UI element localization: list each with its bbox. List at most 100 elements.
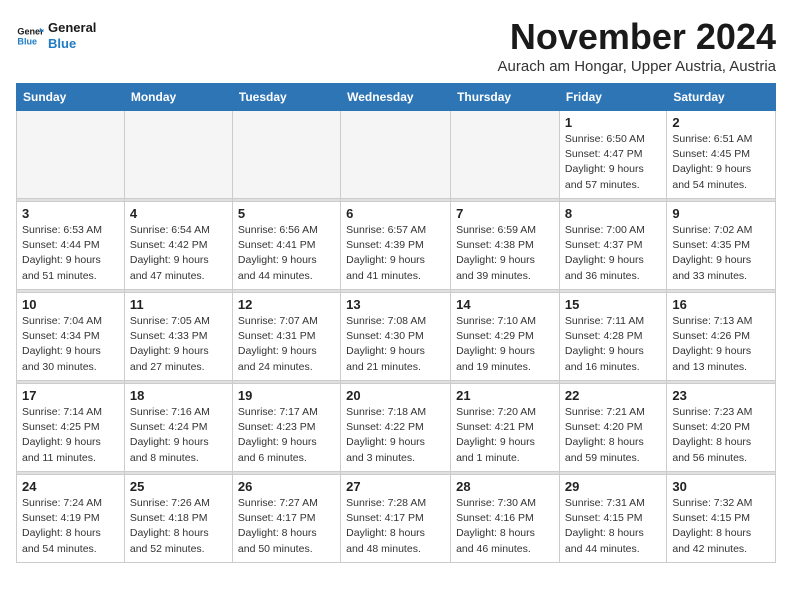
calendar-cell: 8 Sunrise: 7:00 AM Sunset: 4:37 PM Daylig… [559,202,666,290]
day-number: 3 [22,206,119,221]
day-info: Sunrise: 6:57 AM Sunset: 4:39 PM Dayligh… [346,223,445,284]
logo-line2: Blue [48,36,96,52]
day-info: Sunrise: 7:20 AM Sunset: 4:21 PM Dayligh… [456,405,554,466]
day-number: 10 [22,297,119,312]
day-number: 21 [456,388,554,403]
calendar-week-row: 24 Sunrise: 7:24 AM Sunset: 4:19 PM Dayli… [17,475,776,563]
day-info: Sunrise: 7:17 AM Sunset: 4:23 PM Dayligh… [238,405,335,466]
day-number: 1 [565,115,661,130]
calendar-cell: 3 Sunrise: 6:53 AM Sunset: 4:44 PM Daylig… [17,202,125,290]
day-info: Sunrise: 7:23 AM Sunset: 4:20 PM Dayligh… [672,405,770,466]
calendar-cell: 25 Sunrise: 7:26 AM Sunset: 4:18 PM Dayli… [124,475,232,563]
day-info: Sunrise: 7:11 AM Sunset: 4:28 PM Dayligh… [565,314,661,375]
calendar-cell: 30 Sunrise: 7:32 AM Sunset: 4:15 PM Dayli… [667,475,776,563]
calendar-cell: 2 Sunrise: 6:51 AM Sunset: 4:45 PM Daylig… [667,111,776,199]
calendar-cell: 5Sunrise: 6:56 AM Sunset: 4:41 PM Daylig… [232,202,340,290]
calendar-cell: 19 Sunrise: 7:17 AM Sunset: 4:23 PM Dayli… [232,384,340,472]
day-number: 9 [672,206,770,221]
day-number: 16 [672,297,770,312]
day-info: Sunrise: 6:59 AM Sunset: 4:38 PM Dayligh… [456,223,554,284]
day-number: 7 [456,206,554,221]
weekday-header: Thursday [451,84,560,111]
weekday-header: Saturday [667,84,776,111]
calendar-cell: 7 Sunrise: 6:59 AM Sunset: 4:38 PM Daylig… [451,202,560,290]
day-info: Sunrise: 6:54 AM Sunset: 4:42 PM Dayligh… [130,223,227,284]
month-title: November 2024 [498,16,776,58]
svg-text:Blue: Blue [17,36,37,46]
calendar-cell: 15Sunrise: 7:11 AM Sunset: 4:28 PM Dayli… [559,293,666,381]
calendar-cell [451,111,560,199]
day-info: Sunrise: 7:10 AM Sunset: 4:29 PM Dayligh… [456,314,554,375]
day-number: 2 [672,115,770,130]
day-info: Sunrise: 7:00 AM Sunset: 4:37 PM Dayligh… [565,223,661,284]
day-number: 25 [130,479,227,494]
header: General Blue General Blue November 2024 … [16,16,776,75]
calendar-cell: 16Sunrise: 7:13 AM Sunset: 4:26 PM Dayli… [667,293,776,381]
calendar-cell [17,111,125,199]
calendar-week-row: 10 Sunrise: 7:04 AM Sunset: 4:34 PM Dayli… [17,293,776,381]
day-info: Sunrise: 7:04 AM Sunset: 4:34 PM Dayligh… [22,314,119,375]
logo: General Blue General Blue [16,20,96,51]
day-info: Sunrise: 7:30 AM Sunset: 4:16 PM Dayligh… [456,496,554,557]
calendar-week-row: 3 Sunrise: 6:53 AM Sunset: 4:44 PM Daylig… [17,202,776,290]
calendar-cell: 11 Sunrise: 7:05 AM Sunset: 4:33 PM Dayli… [124,293,232,381]
day-info: Sunrise: 7:27 AM Sunset: 4:17 PM Dayligh… [238,496,335,557]
day-number: 29 [565,479,661,494]
day-number: 19 [238,388,335,403]
weekday-header: Friday [559,84,666,111]
day-number: 20 [346,388,445,403]
day-info: Sunrise: 7:28 AM Sunset: 4:17 PM Dayligh… [346,496,445,557]
calendar-cell: 22Sunrise: 7:21 AM Sunset: 4:20 PM Dayli… [559,384,666,472]
calendar-header-row: SundayMondayTuesdayWednesdayThursdayFrid… [17,84,776,111]
calendar-cell: 28 Sunrise: 7:30 AM Sunset: 4:16 PM Dayli… [451,475,560,563]
day-number: 23 [672,388,770,403]
calendar-cell: 6 Sunrise: 6:57 AM Sunset: 4:39 PM Daylig… [341,202,451,290]
calendar-cell: 10 Sunrise: 7:04 AM Sunset: 4:34 PM Dayli… [17,293,125,381]
day-number: 18 [130,388,227,403]
logo-icon: General Blue [16,22,44,50]
weekday-header: Sunday [17,84,125,111]
day-number: 13 [346,297,445,312]
day-info: Sunrise: 7:18 AM Sunset: 4:22 PM Dayligh… [346,405,445,466]
day-info: Sunrise: 6:53 AM Sunset: 4:44 PM Dayligh… [22,223,119,284]
day-info: Sunrise: 7:05 AM Sunset: 4:33 PM Dayligh… [130,314,227,375]
day-info: Sunrise: 7:07 AM Sunset: 4:31 PM Dayligh… [238,314,335,375]
day-info: Sunrise: 7:14 AM Sunset: 4:25 PM Dayligh… [22,405,119,466]
title-area: November 2024 Aurach am Hongar, Upper Au… [498,16,776,75]
calendar-week-row: 1Sunrise: 6:50 AM Sunset: 4:47 PM Daylig… [17,111,776,199]
day-number: 27 [346,479,445,494]
calendar-cell [341,111,451,199]
day-info: Sunrise: 7:26 AM Sunset: 4:18 PM Dayligh… [130,496,227,557]
calendar-cell: 4Sunrise: 6:54 AM Sunset: 4:42 PM Daylig… [124,202,232,290]
calendar-cell: 13Sunrise: 7:08 AM Sunset: 4:30 PM Dayli… [341,293,451,381]
logo-line1: General [48,20,96,36]
day-number: 11 [130,297,227,312]
day-number: 6 [346,206,445,221]
weekday-header: Tuesday [232,84,340,111]
weekday-header: Monday [124,84,232,111]
calendar-cell: 12 Sunrise: 7:07 AM Sunset: 4:31 PM Dayli… [232,293,340,381]
calendar-cell: 21 Sunrise: 7:20 AM Sunset: 4:21 PM Dayli… [451,384,560,472]
calendar-cell: 23 Sunrise: 7:23 AM Sunset: 4:20 PM Dayli… [667,384,776,472]
calendar-cell [232,111,340,199]
day-info: Sunrise: 7:32 AM Sunset: 4:15 PM Dayligh… [672,496,770,557]
day-number: 5 [238,206,335,221]
calendar-cell: 26 Sunrise: 7:27 AM Sunset: 4:17 PM Dayli… [232,475,340,563]
day-info: Sunrise: 6:51 AM Sunset: 4:45 PM Dayligh… [672,132,770,193]
calendar-cell: 1Sunrise: 6:50 AM Sunset: 4:47 PM Daylig… [559,111,666,199]
day-number: 26 [238,479,335,494]
day-number: 28 [456,479,554,494]
calendar-cell: 24 Sunrise: 7:24 AM Sunset: 4:19 PM Dayli… [17,475,125,563]
calendar-cell: 20 Sunrise: 7:18 AM Sunset: 4:22 PM Dayli… [341,384,451,472]
calendar-cell: 29Sunrise: 7:31 AM Sunset: 4:15 PM Dayli… [559,475,666,563]
day-number: 24 [22,479,119,494]
day-info: Sunrise: 7:02 AM Sunset: 4:35 PM Dayligh… [672,223,770,284]
day-info: Sunrise: 7:21 AM Sunset: 4:20 PM Dayligh… [565,405,661,466]
day-number: 30 [672,479,770,494]
calendar-cell: 18Sunrise: 7:16 AM Sunset: 4:24 PM Dayli… [124,384,232,472]
location-subtitle: Aurach am Hongar, Upper Austria, Austria [498,58,776,75]
calendar-cell: 27 Sunrise: 7:28 AM Sunset: 4:17 PM Dayli… [341,475,451,563]
day-number: 8 [565,206,661,221]
day-info: Sunrise: 7:24 AM Sunset: 4:19 PM Dayligh… [22,496,119,557]
day-number: 12 [238,297,335,312]
